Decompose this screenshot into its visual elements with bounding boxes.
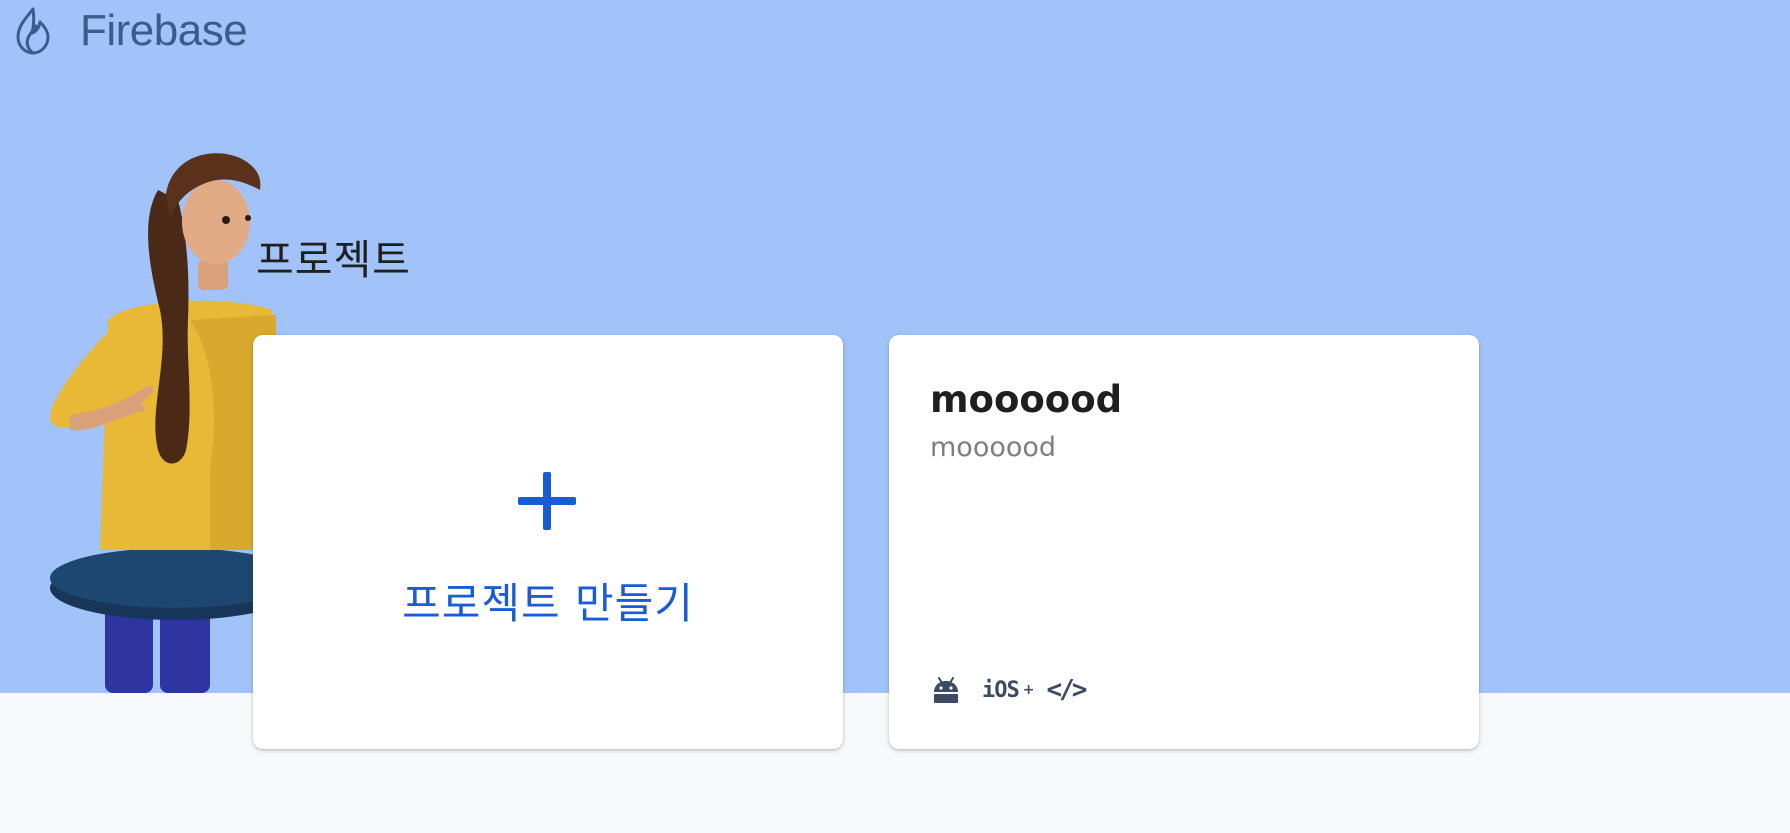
brand[interactable]: Firebase (12, 6, 248, 56)
project-name: moooood (930, 378, 1123, 421)
brand-name: Firebase (80, 6, 248, 55)
web-code-icon: </> (1046, 675, 1087, 705)
person-at-table-illustration (50, 153, 280, 693)
plus-icon (518, 472, 576, 530)
ios-plus-icon: + (1022, 682, 1035, 698)
create-project-label: 프로젝트 만들기 (402, 579, 694, 628)
ios-icon: iOS (982, 677, 1020, 703)
create-project-card[interactable] (253, 335, 843, 749)
firebase-flame-icon (16, 7, 50, 55)
section-title: 프로젝트 (256, 236, 411, 284)
project-id: moooood (930, 432, 1057, 463)
android-icon (934, 677, 958, 703)
platform-icons: iOS + </> (930, 675, 1087, 705)
